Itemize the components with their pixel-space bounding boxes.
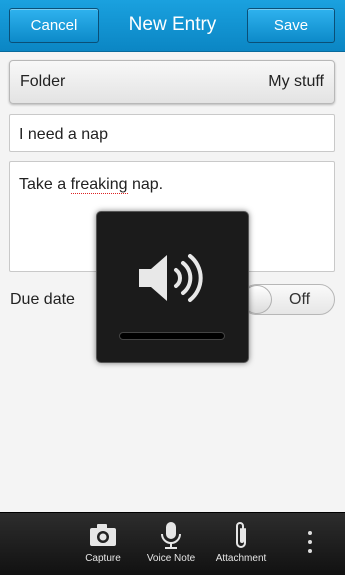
- title-bar: Cancel New Entry Save: [0, 0, 345, 52]
- paperclip-icon: [236, 522, 246, 548]
- notes-text-end: nap.: [127, 176, 164, 193]
- attachment-label: Attachment: [215, 553, 267, 564]
- overflow-menu-icon[interactable]: [300, 531, 320, 559]
- camera-icon: [90, 524, 116, 546]
- action-bar: Capture Voice Note Attachment: [0, 512, 345, 575]
- cancel-button[interactable]: Cancel: [9, 8, 99, 43]
- due-date-label: Due date: [10, 291, 75, 308]
- page-title: New Entry: [128, 14, 217, 35]
- attachment-button[interactable]: Attachment: [206, 521, 276, 564]
- voice-note-label: Voice Note: [146, 553, 196, 564]
- toggle-state-label: Off: [289, 291, 311, 308]
- save-button[interactable]: Save: [247, 8, 335, 43]
- microphone-icon: [161, 522, 181, 549]
- speaker-volume-icon: [139, 254, 203, 302]
- capture-button[interactable]: Capture: [68, 521, 138, 564]
- misspelled-word: freaking: [70, 176, 128, 194]
- folder-label: Folder: [20, 73, 66, 90]
- volume-overlay: [96, 211, 249, 363]
- due-date-toggle[interactable]: Off: [241, 284, 335, 315]
- folder-dropdown[interactable]: Folder My stuff: [9, 60, 335, 104]
- volume-level-bar: [119, 332, 225, 340]
- capture-label: Capture: [85, 553, 121, 564]
- voice-note-button[interactable]: Voice Note: [136, 521, 206, 564]
- folder-value: My stuff: [268, 73, 324, 90]
- notes-text-start: Take a: [19, 176, 71, 193]
- title-input[interactable]: I need a nap: [9, 114, 335, 152]
